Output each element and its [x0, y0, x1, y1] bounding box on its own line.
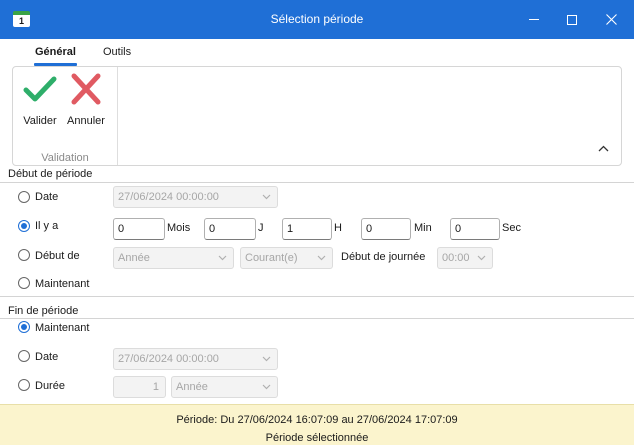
period-status: Période sélectionnée [265, 432, 369, 444]
end-maintenant-label: Maintenant [35, 322, 90, 334]
chevron-down-icon [317, 255, 326, 261]
duration-unit-value: Année [176, 381, 208, 393]
end-section-top-divider [0, 296, 634, 297]
start-ilya-label: Il y a [35, 220, 59, 232]
end-duree-radio[interactable] [18, 379, 30, 391]
valider-label: Valider [23, 115, 57, 127]
start-maintenant-label: Maintenant [35, 278, 90, 290]
tab-general[interactable]: Général [34, 46, 77, 66]
tab-outils[interactable]: Outils [103, 46, 131, 58]
start-date-radio[interactable] [18, 191, 30, 203]
checkmark-icon [23, 76, 57, 102]
chevron-down-icon [262, 194, 271, 200]
maximize-button[interactable] [552, 0, 592, 39]
start-maintenant-radio[interactable] [18, 277, 30, 289]
day-start-select: 00:00 [437, 247, 493, 269]
minimize-button[interactable] [514, 0, 554, 39]
ribbon-group-separator [117, 67, 118, 165]
start-date-value: 27/06/2024 00:00:00 [118, 191, 219, 203]
day-start-label: Début de journée [341, 251, 426, 263]
period-summary: Période: Du 27/06/2024 16:07:09 au 27/06… [176, 414, 458, 426]
period-unit-select: Année [113, 247, 234, 269]
period-mode-select: Courant(e) [240, 247, 333, 269]
annuler-label: Annuler [67, 115, 105, 127]
maximize-icon [567, 14, 577, 25]
valider-button[interactable]: Valider [17, 73, 63, 127]
chevron-down-icon [262, 356, 271, 362]
months-input[interactable]: 0 [113, 218, 165, 240]
start-date-label: Date [35, 191, 59, 203]
end-period-title: Fin de période [8, 305, 79, 317]
minutes-unit: Min [414, 222, 432, 234]
hours-input[interactable]: 1 [282, 218, 332, 240]
period-mode-value: Courant(e) [245, 252, 298, 264]
chevron-down-icon [262, 384, 271, 390]
minimize-icon [529, 19, 539, 20]
end-section-divider [0, 318, 634, 319]
ribbon-group-label: Validation [41, 152, 89, 164]
days-unit: J [258, 222, 264, 234]
close-button[interactable] [591, 0, 631, 39]
days-input[interactable]: 0 [204, 218, 256, 240]
period-unit-value: Année [118, 252, 150, 264]
seconds-unit: Sec [502, 222, 521, 234]
end-duree-label: Durée [35, 380, 65, 392]
end-date-field: 27/06/2024 00:00:00 [113, 348, 278, 370]
start-section-divider [0, 182, 634, 183]
end-maintenant-radio[interactable] [18, 321, 30, 333]
seconds-input[interactable]: 0 [450, 218, 500, 240]
annuler-button[interactable]: Annuler [63, 73, 109, 127]
start-date-field: 27/06/2024 00:00:00 [113, 186, 278, 208]
months-unit: Mois [167, 222, 191, 234]
end-date-value: 27/06/2024 00:00:00 [118, 353, 219, 365]
title-bar: 1 Sélection période [0, 0, 634, 39]
collapse-ribbon-button[interactable] [598, 143, 609, 155]
cross-icon [71, 73, 101, 105]
duration-unit-select: Année [171, 376, 278, 398]
start-ilya-radio[interactable] [18, 220, 30, 232]
status-footer: Période: Du 27/06/2024 16:07:09 au 27/06… [0, 404, 634, 445]
chevron-down-icon [218, 255, 227, 261]
chevron-down-icon [477, 255, 486, 261]
end-date-label: Date [35, 351, 59, 363]
start-debutde-label: Début de [35, 250, 80, 262]
hours-unit: H [334, 222, 342, 234]
day-start-value: 00:00 [442, 252, 470, 264]
minutes-input[interactable]: 0 [361, 218, 411, 240]
start-period-title: Début de période [8, 168, 93, 180]
duration-count-field: 1 [113, 376, 166, 398]
end-date-radio[interactable] [18, 350, 30, 362]
start-debutde-radio[interactable] [18, 249, 30, 261]
close-icon [605, 14, 617, 25]
ribbon-panel: Valider Annuler Validation [12, 66, 622, 166]
chevron-up-icon [598, 145, 609, 152]
